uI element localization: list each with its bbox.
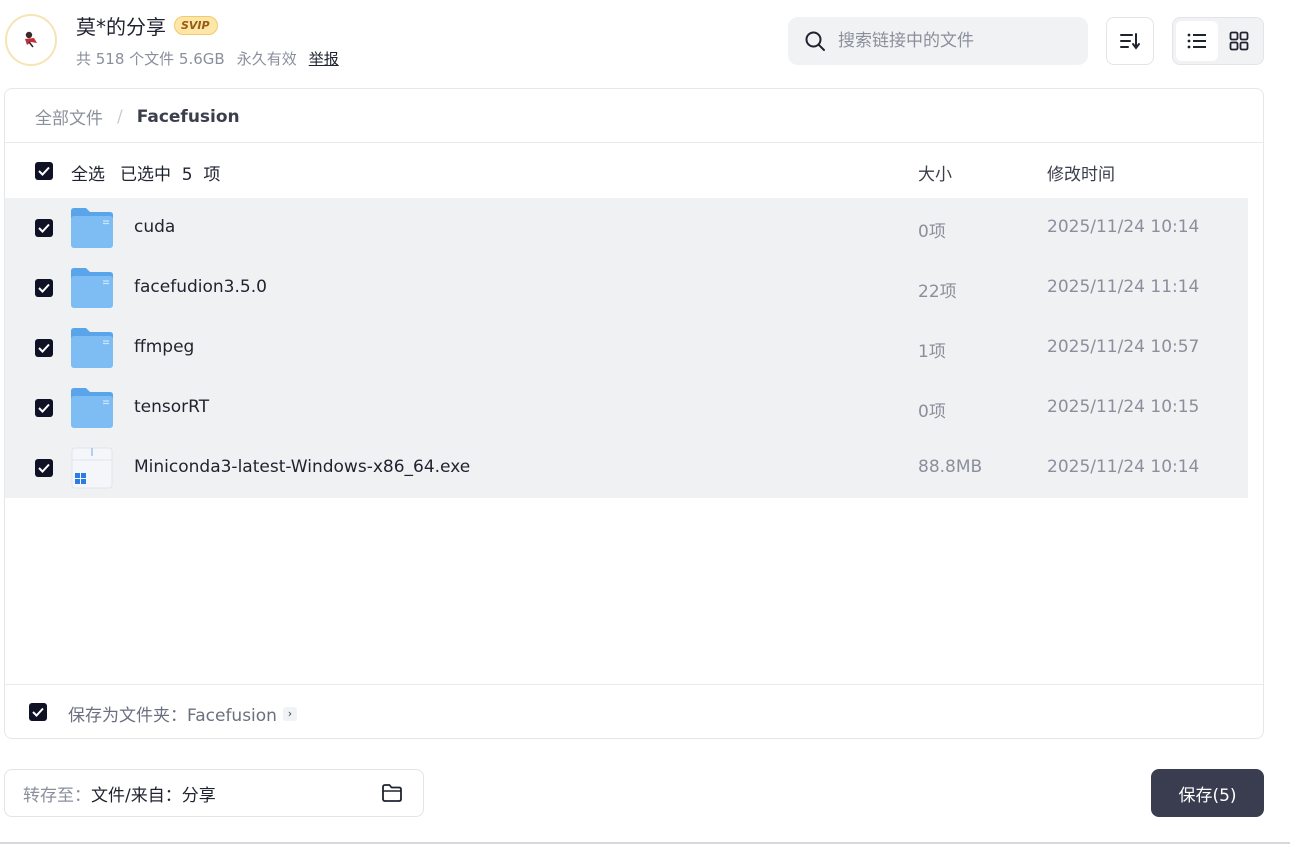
check-icon bbox=[38, 283, 50, 293]
row-checkbox[interactable] bbox=[35, 339, 53, 357]
folder-outline-icon[interactable] bbox=[381, 783, 403, 803]
selected-count: 已选中 5 项 bbox=[120, 165, 221, 185]
search-icon bbox=[805, 31, 825, 51]
validity: 永久有效 bbox=[236, 50, 297, 68]
row-checkbox[interactable] bbox=[35, 459, 53, 477]
exe-file-icon bbox=[71, 447, 113, 489]
file-size: 0项 bbox=[918, 222, 946, 242]
save-target-path: 文件/来自：分享 bbox=[91, 785, 216, 806]
row-checkbox[interactable] bbox=[35, 399, 53, 417]
grid-view-button[interactable] bbox=[1218, 21, 1260, 61]
file-row[interactable]: tensorRT 0项 2025/11/24 10:15 bbox=[5, 378, 1248, 438]
check-icon bbox=[38, 403, 50, 413]
report-link[interactable]: 举报 bbox=[309, 48, 339, 69]
save-as-folder-text: 保存为文件夹：Facefusion bbox=[68, 706, 277, 726]
save-as-folder-row: 保存为文件夹：Facefusion › bbox=[5, 685, 1263, 739]
file-time: 2025/11/24 10:14 bbox=[1047, 217, 1200, 237]
breadcrumb: 全部文件 / Facefusion bbox=[35, 104, 240, 130]
check-icon bbox=[38, 343, 50, 353]
file-name[interactable]: Miniconda3-latest-Windows-x86_64.exe bbox=[134, 457, 470, 477]
column-modified-time[interactable]: 修改时间 bbox=[1047, 160, 1115, 185]
list-view-icon bbox=[1187, 33, 1206, 49]
file-row[interactable]: cuda 0项 2025/11/24 10:14 bbox=[5, 198, 1248, 258]
share-title: 莫*的分享 bbox=[76, 15, 166, 39]
save-button[interactable]: 保存(5) bbox=[1151, 769, 1264, 817]
share-title-row: 莫*的分享 SVIP bbox=[76, 11, 218, 40]
breadcrumb-current: Facefusion bbox=[136, 106, 240, 127]
svip-badge: SVIP bbox=[174, 16, 218, 35]
row-checkbox[interactable] bbox=[35, 279, 53, 297]
folder-icon bbox=[71, 388, 113, 428]
search-input[interactable] bbox=[836, 30, 1070, 52]
file-size: 88.8MB bbox=[918, 457, 983, 477]
grid-view-icon bbox=[1229, 31, 1249, 51]
file-row[interactable]: facefudion3.5.0 22项 2025/11/24 11:14 bbox=[5, 258, 1248, 318]
select-all-label[interactable]: 全选 bbox=[71, 160, 105, 185]
file-time: 2025/11/24 11:14 bbox=[1047, 277, 1200, 297]
check-icon bbox=[38, 166, 50, 176]
row-checkbox[interactable] bbox=[35, 219, 53, 237]
file-size: 1项 bbox=[918, 342, 946, 362]
avatar bbox=[5, 14, 57, 66]
list-header: 全选 已选中 5 项 大小 修改时间 bbox=[5, 143, 1263, 198]
check-icon bbox=[38, 223, 50, 233]
file-row[interactable]: Miniconda3-latest-Windows-x86_64.exe 88.… bbox=[5, 438, 1248, 498]
chevron-right-icon[interactable]: › bbox=[282, 706, 297, 721]
check-icon bbox=[38, 463, 50, 473]
breadcrumb-root[interactable]: 全部文件 bbox=[35, 104, 103, 129]
check-icon bbox=[32, 707, 44, 717]
folder-icon bbox=[71, 208, 113, 248]
sort-icon bbox=[1120, 33, 1140, 50]
folder-icon bbox=[71, 328, 113, 368]
column-size[interactable]: 大小 bbox=[918, 160, 952, 185]
save-as-folder-label[interactable]: 保存为文件夹：Facefusion › bbox=[68, 701, 297, 726]
file-size: 0项 bbox=[918, 402, 946, 422]
share-meta: 共 518 个文件 5.6GB 永久有效 举报 bbox=[76, 48, 339, 69]
file-name[interactable]: facefudion3.5.0 bbox=[134, 277, 267, 297]
file-name[interactable]: tensorRT bbox=[134, 397, 209, 417]
sort-button[interactable] bbox=[1106, 17, 1154, 65]
save-target-label: 转存至： bbox=[23, 785, 91, 806]
file-time: 2025/11/24 10:14 bbox=[1047, 457, 1200, 477]
file-time: 2025/11/24 10:15 bbox=[1047, 397, 1200, 417]
breadcrumb-separator: / bbox=[117, 106, 123, 127]
avatar-icon bbox=[25, 31, 37, 48]
file-count: 共 518 个文件 5.6GB bbox=[76, 50, 225, 68]
file-size: 22项 bbox=[918, 282, 957, 302]
file-name[interactable]: cuda bbox=[134, 217, 175, 237]
file-list: cuda 0项 2025/11/24 10:14 facefudion3.5.0… bbox=[5, 198, 1248, 498]
select-all-checkbox[interactable] bbox=[35, 162, 53, 180]
file-time: 2025/11/24 10:57 bbox=[1047, 337, 1200, 357]
view-toggle bbox=[1172, 17, 1264, 65]
folder-icon bbox=[71, 268, 113, 308]
file-row[interactable]: ffmpeg 1项 2025/11/24 10:57 bbox=[5, 318, 1248, 378]
save-as-folder-checkbox[interactable] bbox=[29, 703, 47, 721]
file-panel: 全部文件 / Facefusion 全选 已选中 5 项 大小 修改时间 cud… bbox=[4, 88, 1264, 739]
save-target-selector[interactable]: 转存至： 文件/来自：分享 bbox=[4, 769, 424, 817]
file-name[interactable]: ffmpeg bbox=[134, 337, 194, 357]
list-view-button[interactable] bbox=[1176, 21, 1218, 61]
search-box[interactable] bbox=[788, 17, 1088, 65]
